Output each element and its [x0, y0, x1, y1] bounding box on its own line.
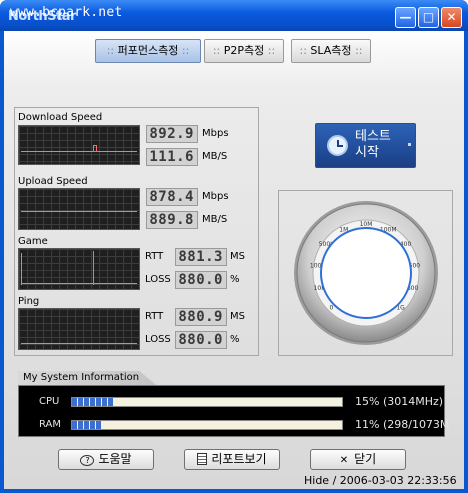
tab-sla[interactable]: :: SLA측정 :: — [291, 39, 371, 63]
ping-graph-line — [21, 343, 137, 344]
cpu-label: CPU — [39, 396, 60, 407]
report-icon — [197, 453, 208, 465]
tab-p2p[interactable]: :: P2P측정 :: — [204, 39, 284, 63]
cpu-usage-text: 15% (3014MHz) — [355, 395, 444, 408]
download-mbps-display: 892.9 — [146, 125, 198, 143]
system-info-title: My System Information — [18, 371, 156, 385]
upload-mbs-display: 889.8 — [146, 211, 198, 229]
game-graph-spike — [93, 251, 94, 285]
game-loss-display: 880.0 — [175, 271, 227, 289]
maximize-button[interactable]: □ — [418, 7, 439, 28]
game-loss-label: LOSS — [145, 274, 171, 285]
speed-gauge: 010K100K500K1M10M100M4005006001G — [294, 201, 438, 345]
ping-rtt-display: 880.9 — [175, 308, 227, 326]
close-button[interactable]: ✕ 닫기 — [310, 449, 406, 470]
status-text: Hide / 2006-03-03 22:33:56 — [304, 474, 457, 487]
download-graph-line — [21, 151, 137, 152]
cpu-usage-fill — [72, 398, 113, 406]
close-button-label: 닫기 — [354, 452, 377, 466]
gauge-tick-label: 10M — [360, 221, 373, 228]
test-start-button[interactable]: 테스트 시작 — [315, 123, 416, 168]
tab-dots: :: — [355, 44, 363, 57]
download-mbs-unit: MB/S — [202, 151, 228, 162]
cpu-usage-bar — [71, 397, 343, 407]
test-start-line2: 시작 — [355, 145, 379, 160]
tab-label: 퍼포먼스측정 — [117, 44, 179, 57]
upload-mbps-unit: Mbps — [202, 191, 229, 202]
download-mbps-unit: Mbps — [202, 128, 229, 139]
tab-performance[interactable]: :: 퍼포먼스측정 :: — [95, 39, 201, 63]
close-window-button[interactable]: ✕ — [441, 7, 462, 28]
window-title-url: www.bcpark.net — [10, 5, 123, 20]
download-graph-marker — [93, 145, 97, 152]
app-window: NorthStar www.bcpark.net — □ ✕ :: 퍼포먼스측정… — [0, 0, 468, 493]
ram-usage-text: 11% (298/1073M — [355, 418, 450, 431]
upload-mbps-display: 878.4 — [146, 188, 198, 206]
test-button-dot — [408, 143, 411, 146]
view-report-button[interactable]: 리포트보기 — [184, 449, 280, 470]
view-report-label: 리포트보기 — [211, 452, 267, 466]
tab-dots: :: — [212, 44, 221, 57]
download-graph — [18, 125, 140, 165]
game-graph — [18, 248, 140, 290]
tab-dots: :: — [181, 44, 190, 57]
ram-usage-fill — [72, 421, 102, 429]
minimize-button[interactable]: — — [395, 7, 416, 28]
ram-usage-bar — [71, 420, 343, 430]
ram-label: RAM — [39, 419, 62, 430]
ping-label: Ping — [18, 296, 40, 307]
help-button[interactable]: ? 도움말 — [58, 449, 154, 470]
game-label: Game — [18, 236, 48, 247]
system-info-panel: CPU 15% (3014MHz) RAM 11% (298/1073M — [18, 385, 449, 437]
stopwatch-icon — [327, 135, 348, 156]
upload-graph — [18, 188, 140, 230]
download-speed-label: Download Speed — [18, 112, 103, 123]
help-icon: ? — [80, 455, 95, 466]
game-loss-unit: % — [230, 274, 240, 285]
game-rtt-label: RTT — [145, 251, 164, 262]
ping-rtt-unit: MS — [230, 311, 245, 322]
close-x-icon: ✕ — [339, 455, 349, 466]
upload-graph-line — [21, 211, 137, 212]
status-bar: Hide / 2006-03-03 22:33:56 — [4, 473, 464, 489]
ping-graph — [18, 308, 140, 350]
gauge-tick-label: 0 — [329, 305, 333, 312]
ping-rtt-label: RTT — [145, 311, 164, 322]
download-mbs-display: 111.6 — [146, 148, 198, 166]
tab-label: P2P측정 — [223, 44, 265, 57]
game-graph-line — [21, 283, 137, 284]
tab-dots: :: — [299, 44, 307, 57]
game-graph-start — [21, 253, 22, 285]
tab-dots: :: — [267, 44, 276, 57]
gauge-face — [320, 227, 412, 319]
ping-loss-unit: % — [230, 334, 240, 345]
title-bar[interactable]: NorthStar www.bcpark.net — □ ✕ — [0, 0, 468, 31]
tab-dots: :: — [106, 44, 115, 57]
tab-label: SLA측정 — [310, 44, 352, 57]
tab-bar: :: 퍼포먼스측정 :: :: P2P측정 :: :: SLA측정 :: — [4, 31, 464, 71]
upload-speed-label: Upload Speed — [18, 176, 88, 187]
game-rtt-display: 881.3 — [175, 248, 227, 266]
test-start-label: 테스트 시작 — [355, 129, 391, 161]
ping-loss-display: 880.0 — [175, 331, 227, 349]
upload-mbs-unit: MB/S — [202, 214, 228, 225]
game-rtt-unit: MS — [230, 251, 245, 262]
ping-loss-label: LOSS — [145, 334, 171, 345]
client-area: :: 퍼포먼스측정 :: :: P2P측정 :: :: SLA측정 :: Dow… — [4, 31, 464, 489]
test-start-line1: 테스트 — [355, 129, 391, 144]
help-button-label: 도움말 — [98, 452, 132, 466]
